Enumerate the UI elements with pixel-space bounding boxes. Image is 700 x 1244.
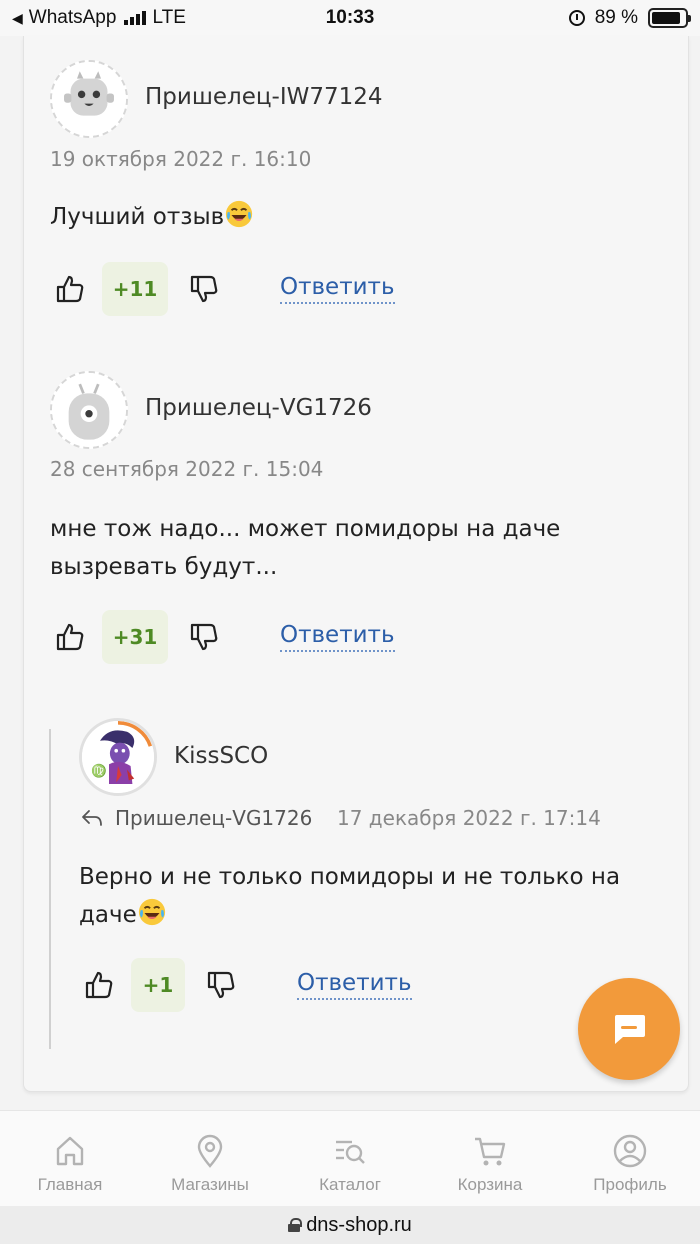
comment-text: Лучший отзыв xyxy=(50,198,254,236)
comment-text-line: мне тож надо... может помидоры на даче xyxy=(50,516,561,542)
like-icon[interactable] xyxy=(50,269,90,309)
comment-actions: +11 Ответить xyxy=(50,262,395,316)
comment-text-line: вызревать будут... xyxy=(50,554,278,580)
comment-text-line: даче xyxy=(79,896,620,934)
catalog-search-icon xyxy=(336,1140,365,1164)
status-right: 89 % xyxy=(568,7,691,29)
reply-link[interactable]: Ответить xyxy=(280,622,395,652)
comment-actions: +31 Ответить xyxy=(50,610,395,664)
nav-item-home[interactable]: Главная xyxy=(0,1111,140,1206)
robot-avatar-icon xyxy=(52,62,126,136)
dislike-icon[interactable] xyxy=(201,965,241,1005)
robot-avatar[interactable] xyxy=(50,60,128,138)
bottom-nav: Главная Магазины Каталог Корзина Профиль xyxy=(0,1110,700,1206)
nav-label: Главная xyxy=(37,1175,103,1194)
nav-item-cart[interactable]: Корзина xyxy=(420,1111,560,1206)
like-icon[interactable] xyxy=(79,965,119,1005)
dislike-icon[interactable] xyxy=(184,269,224,309)
comment-date: 19 октября 2022 г. 16:10 xyxy=(50,147,312,171)
comment-text-line: Верно и не только помидоры и не только н… xyxy=(79,864,621,890)
comment-actions: +1 Ответить xyxy=(79,958,412,1012)
url-bar[interactable]: dns-shop.ru xyxy=(0,1206,700,1244)
comment-author[interactable]: KissSCO xyxy=(174,743,268,769)
comment-text-content: даче xyxy=(79,902,137,928)
laughing-emoji-icon xyxy=(226,200,253,228)
reply-arrow-icon xyxy=(82,810,102,826)
nav-item-stores[interactable]: Магазины xyxy=(140,1111,280,1206)
rating-badge: +1 xyxy=(131,958,185,1012)
battery-icon xyxy=(648,8,691,28)
comment-author[interactable]: Пришелец-IW77124 xyxy=(145,84,383,110)
comment-date: 17 декабря 2022 г. 17:14 xyxy=(337,806,601,830)
nav-label: Каталог xyxy=(319,1175,381,1194)
comment-date: 28 сентября 2022 г. 15:04 xyxy=(50,457,324,481)
comment-text: Верно и не только помидоры и не только н… xyxy=(79,858,620,934)
reply-thread-line xyxy=(49,729,51,1049)
reply-to-author[interactable]: Пришелец-VG1726 xyxy=(115,806,312,830)
battery-percent: 89 % xyxy=(594,7,638,28)
nav-label: Профиль xyxy=(593,1175,667,1194)
reply-link[interactable]: Ответить xyxy=(280,274,395,304)
dislike-icon[interactable] xyxy=(184,617,224,657)
chat-bubble-icon xyxy=(615,1015,645,1044)
nav-item-catalog[interactable]: Каталог xyxy=(280,1111,420,1206)
cart-icon xyxy=(475,1137,506,1166)
comment-text: мне тож надо... может помидоры на даче в… xyxy=(50,510,560,586)
alarm-icon xyxy=(568,10,585,26)
lock-icon xyxy=(288,1218,303,1232)
nav-label: Корзина xyxy=(457,1175,523,1194)
profile-icon xyxy=(613,1134,647,1168)
reply-to[interactable]: Пришелец-VG1726 xyxy=(81,806,312,830)
nav-label: Магазины xyxy=(171,1175,249,1194)
rating-badge: +31 xyxy=(102,610,168,664)
laughing-emoji-icon xyxy=(138,898,165,926)
home-icon xyxy=(56,1136,84,1166)
map-pin-icon xyxy=(197,1134,223,1168)
nav-item-profile[interactable]: Профиль xyxy=(560,1111,700,1206)
comment-text-content: Лучший отзыв xyxy=(50,204,225,230)
user-avatar[interactable]: ♍ xyxy=(79,718,157,796)
like-icon[interactable] xyxy=(50,617,90,657)
comments-card: Пришелец-IW77124 19 октября 2022 г. 16:1… xyxy=(23,36,689,1092)
battery-fill xyxy=(652,12,681,24)
status-bar: ◀ WhatsApp LTE 10:33 89 % xyxy=(0,0,700,36)
url-domain: dns-shop.ru xyxy=(306,1213,412,1236)
reply-link[interactable]: Ответить xyxy=(297,970,412,1000)
rating-badge: +11 xyxy=(102,262,168,316)
svg-text:♍: ♍ xyxy=(91,763,107,778)
chat-button[interactable] xyxy=(578,978,680,1080)
comment-author[interactable]: Пришелец-VG1726 xyxy=(145,395,372,421)
character-avatar-icon: ♍ xyxy=(82,721,154,793)
alien-avatar-icon xyxy=(52,373,126,447)
alien-avatar[interactable] xyxy=(50,371,128,449)
